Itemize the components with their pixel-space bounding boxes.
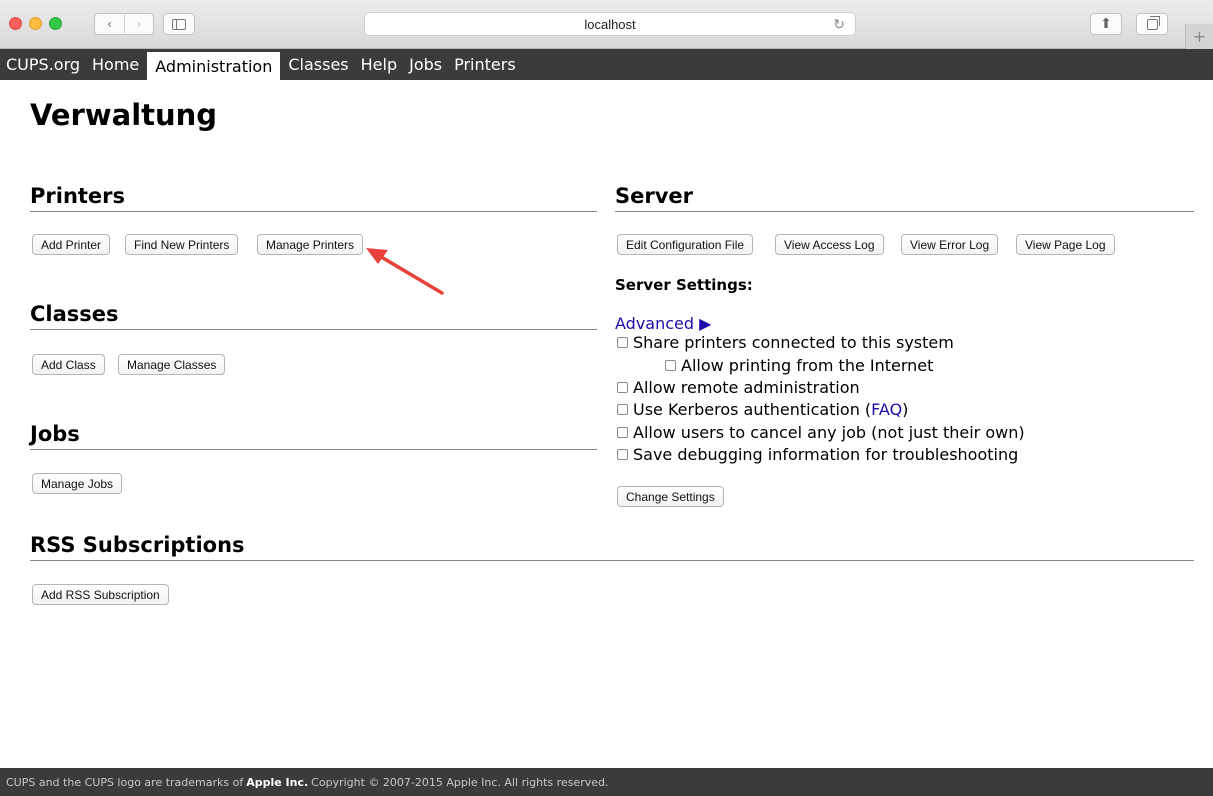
remote-admin-checkbox[interactable] xyxy=(617,382,628,393)
view-access-log-button[interactable]: View Access Log xyxy=(775,234,884,255)
server-settings-label: Server Settings: xyxy=(615,276,753,294)
show-tabs-button[interactable] xyxy=(1136,13,1168,35)
forward-icon[interactable]: › xyxy=(123,14,153,34)
browser-toolbar: ‹ › localhost ↻ ⬆ + xyxy=(0,0,1213,49)
classes-heading: Classes xyxy=(30,301,597,330)
kerberos-label-suffix: ) xyxy=(902,400,909,419)
cups-nav-bar: CUPS.org Home Administration Classes Hel… xyxy=(0,49,1213,80)
allow-internet-printing-label: Allow printing from the Internet xyxy=(681,356,934,375)
manage-jobs-button[interactable]: Manage Jobs xyxy=(32,473,123,494)
change-settings-button[interactable]: Change Settings xyxy=(617,486,724,507)
annotation-arrow-icon xyxy=(366,248,444,295)
allow-internet-printing-option[interactable]: Allow printing from the Internet xyxy=(665,356,933,375)
kerberos-checkbox[interactable] xyxy=(617,404,628,415)
debug-logging-label: Save debugging information for troublesh… xyxy=(633,445,1019,464)
view-page-log-button[interactable]: View Page Log xyxy=(1016,234,1115,255)
sidebar-icon xyxy=(172,18,186,30)
share-printers-checkbox[interactable] xyxy=(617,337,628,348)
debug-logging-option[interactable]: Save debugging information for troublesh… xyxy=(617,445,1018,464)
faq-link[interactable]: FAQ xyxy=(871,400,902,419)
nav-home[interactable]: Home xyxy=(86,52,145,77)
address-bar[interactable]: localhost ↻ xyxy=(364,12,856,36)
history-nav-group: ‹ › xyxy=(94,13,154,35)
advanced-link[interactable]: Advanced ▶ xyxy=(615,314,711,333)
nav-classes[interactable]: Classes xyxy=(282,52,354,77)
kerberos-label: Use Kerberos authentication ( xyxy=(633,400,872,419)
nav-printers[interactable]: Printers xyxy=(448,52,522,77)
minimize-window-icon[interactable] xyxy=(29,17,42,30)
debug-logging-checkbox[interactable] xyxy=(617,449,628,460)
share-printers-option[interactable]: Share printers connected to this system xyxy=(617,333,954,352)
add-printer-button[interactable]: Add Printer xyxy=(32,234,111,255)
close-window-icon[interactable] xyxy=(9,17,22,30)
jobs-heading: Jobs xyxy=(30,421,597,450)
share-printers-label: Share printers connected to this system xyxy=(633,333,954,352)
cancel-any-job-label: Allow users to cancel any job (not just … xyxy=(633,423,1025,442)
add-class-button[interactable]: Add Class xyxy=(32,354,105,375)
share-button[interactable]: ⬆ xyxy=(1090,13,1122,35)
back-icon[interactable]: ‹ xyxy=(95,14,124,34)
footer-copyright: Copyright © 2007-2015 Apple Inc. All rig… xyxy=(311,775,609,789)
nav-jobs[interactable]: Jobs xyxy=(403,52,448,77)
footer-prefix: CUPS and the CUPS logo are trademarks of xyxy=(6,775,244,789)
new-tab-button[interactable]: + xyxy=(1185,24,1213,49)
kerberos-option[interactable]: Use Kerberos authentication (FAQ) xyxy=(617,400,908,419)
share-icon: ⬆ xyxy=(1100,16,1112,32)
nav-help[interactable]: Help xyxy=(355,52,403,77)
server-heading: Server xyxy=(615,183,1194,212)
view-error-log-button[interactable]: View Error Log xyxy=(901,234,999,255)
manage-printers-button[interactable]: Manage Printers xyxy=(257,234,364,255)
nav-administration[interactable]: Administration xyxy=(147,52,281,80)
manage-classes-button[interactable]: Manage Classes xyxy=(118,354,226,375)
footer-company: Apple Inc. xyxy=(246,775,309,789)
edit-configuration-file-button[interactable]: Edit Configuration File xyxy=(617,234,754,255)
remote-admin-option[interactable]: Allow remote administration xyxy=(617,378,860,397)
allow-internet-printing-checkbox[interactable] xyxy=(665,360,676,371)
nav-cups-org[interactable]: CUPS.org xyxy=(0,52,86,77)
page-title: Verwaltung xyxy=(30,98,218,132)
reload-icon[interactable]: ↻ xyxy=(833,16,845,33)
zoom-window-icon[interactable] xyxy=(49,17,62,30)
sidebar-toggle-button[interactable] xyxy=(163,13,195,35)
add-rss-subscription-button[interactable]: Add RSS Subscription xyxy=(32,584,169,605)
rss-subscriptions-heading: RSS Subscriptions xyxy=(30,532,1194,561)
plus-icon: + xyxy=(1192,27,1207,46)
remote-admin-label: Allow remote administration xyxy=(633,378,860,397)
page-footer: CUPS and the CUPS logo are trademarks of… xyxy=(0,768,1213,796)
cancel-any-job-option[interactable]: Allow users to cancel any job (not just … xyxy=(617,423,1025,442)
find-new-printers-button[interactable]: Find New Printers xyxy=(125,234,239,255)
printers-heading: Printers xyxy=(30,183,597,212)
tabs-icon xyxy=(1146,15,1160,30)
cancel-any-job-checkbox[interactable] xyxy=(617,427,628,438)
address-text: localhost xyxy=(584,16,636,32)
